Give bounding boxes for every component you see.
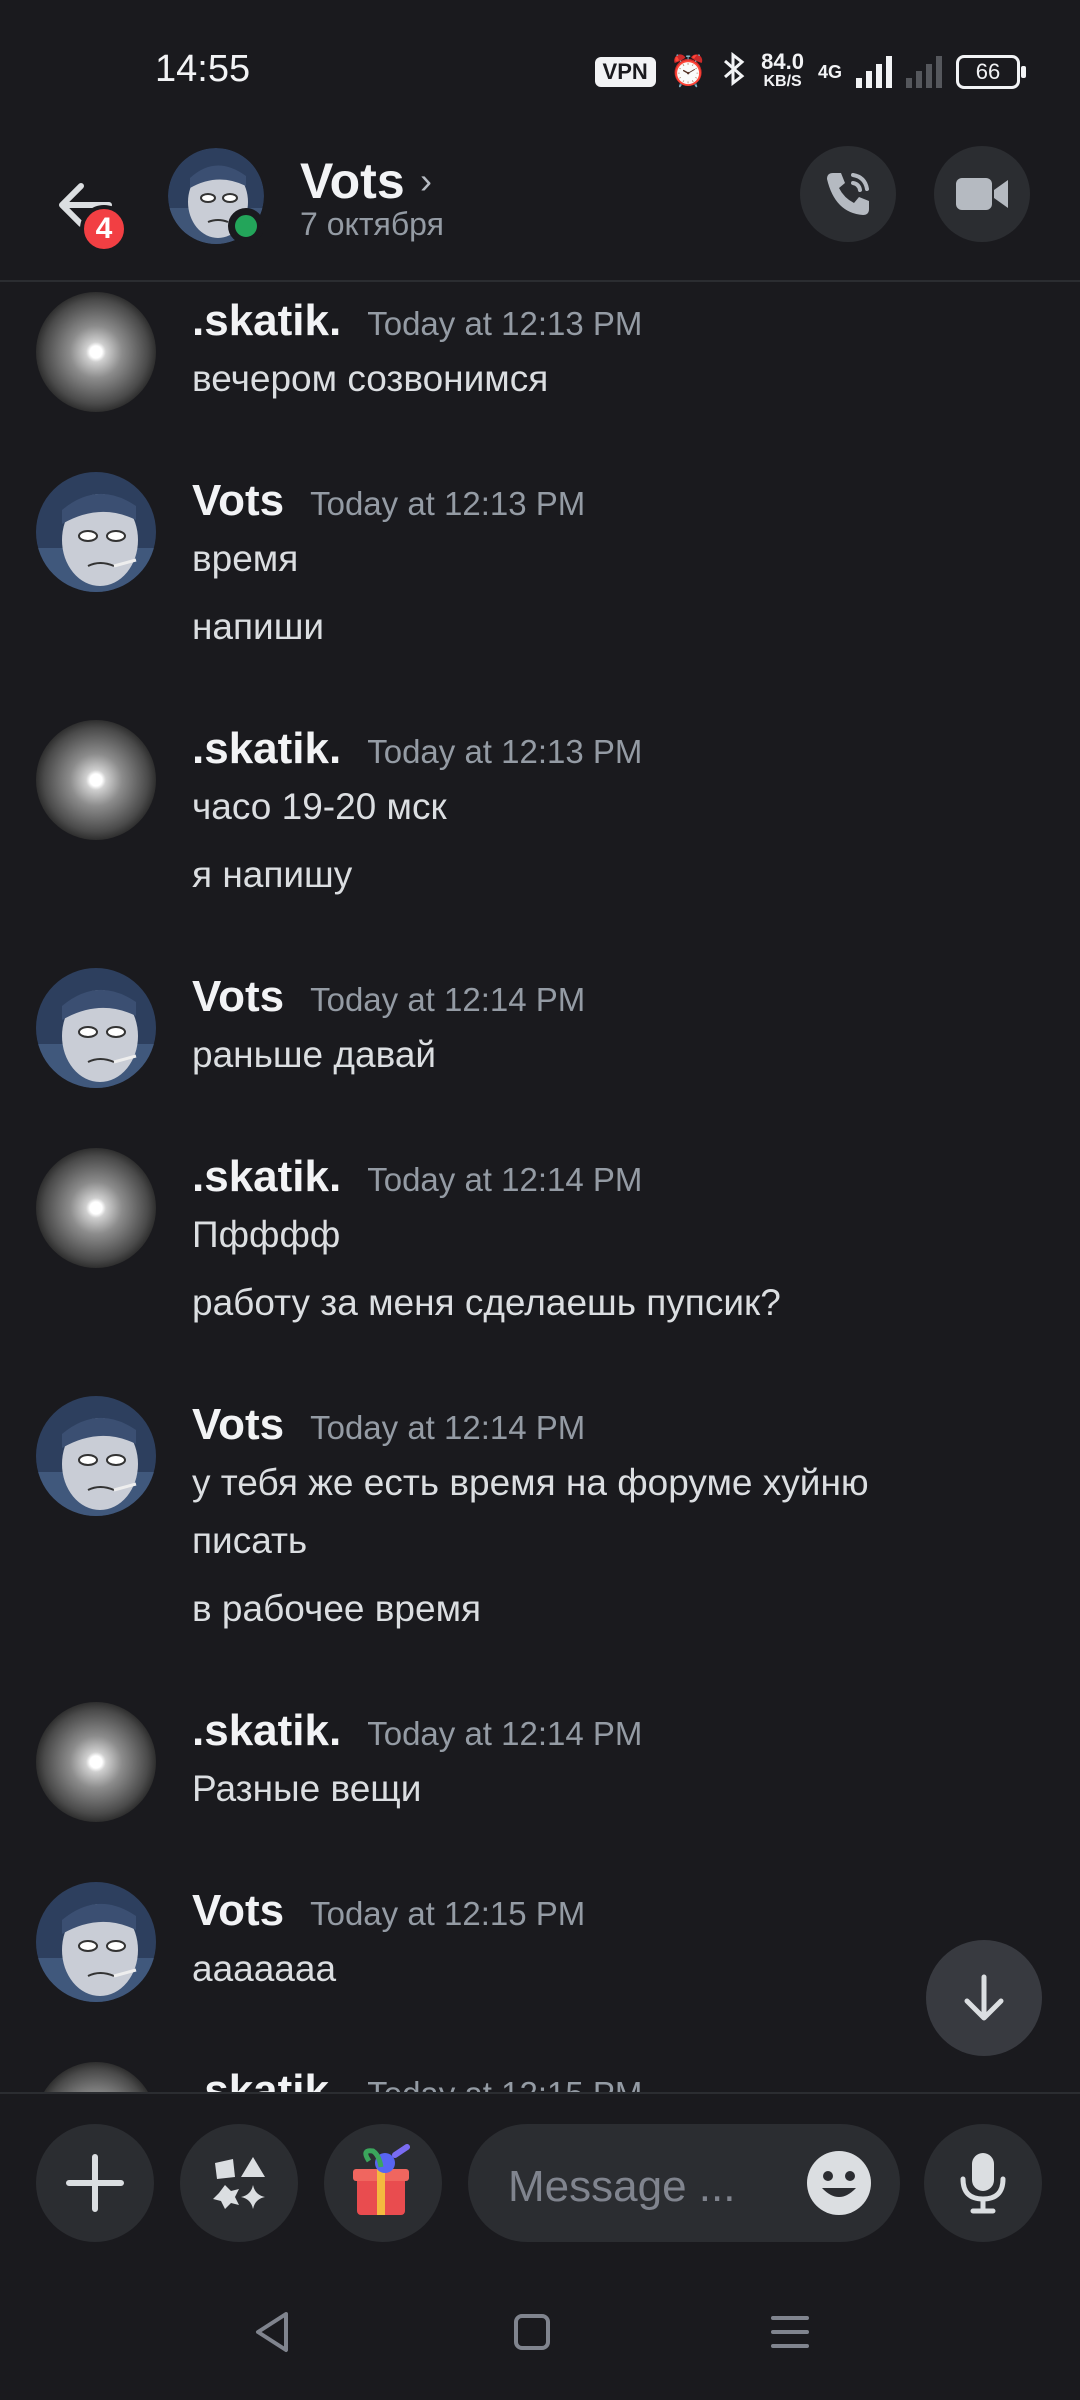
message-author[interactable]: Vots: [192, 1400, 284, 1450]
menu-lines-icon: [771, 2316, 809, 2348]
avatar[interactable]: [36, 1148, 156, 1268]
message-text: ааааааа: [192, 1948, 337, 1989]
voice-call-button[interactable]: [800, 146, 896, 242]
video-camera-icon: [956, 178, 1008, 210]
chevron-right-icon: ›: [420, 160, 432, 201]
message-text: работу за меня сделаешь пупсик?: [192, 1282, 781, 1323]
avatar[interactable]: [36, 1396, 156, 1516]
phone-call-icon: [827, 173, 869, 215]
message-author[interactable]: Vots: [192, 972, 284, 1022]
message-timestamp: Today at 12:13 PM: [310, 485, 586, 522]
avatar[interactable]: [36, 720, 156, 840]
message-header: .skatik. Today at 12:14 PM: [192, 1706, 642, 1756]
message-text: время: [192, 538, 299, 579]
jump-to-bottom-button[interactable]: [926, 1940, 1042, 2056]
online-status-dot: [228, 208, 264, 244]
chat-title[interactable]: Vots: [300, 152, 405, 210]
message-text: я напишу: [192, 854, 353, 895]
message-header: Vots Today at 12:14 PM: [192, 1400, 585, 1450]
message-header: .skatik. Today at 12:13 PM: [192, 724, 642, 774]
square-home-icon: [514, 2314, 550, 2350]
battery-indicator: 66: [956, 55, 1026, 89]
message-header: Vots Today at 12:14 PM: [192, 972, 585, 1022]
bluetooth-icon: [721, 51, 747, 92]
plus-icon: [66, 2154, 124, 2212]
signal-2-icon: [906, 56, 942, 88]
message-author[interactable]: .skatik.: [192, 724, 341, 774]
message-timestamp: Today at 12:13 PM: [367, 305, 643, 342]
system-nav-bar: [0, 2262, 1080, 2400]
message-text: напиши: [192, 606, 325, 647]
microphone-icon: [960, 2153, 1006, 2214]
message-author[interactable]: .skatik.: [192, 1152, 341, 1202]
message-timestamp: Today at 12:13 PM: [367, 733, 643, 770]
message-input[interactable]: Message ...: [468, 2124, 900, 2242]
message-author[interactable]: .skatik.: [192, 1706, 341, 1756]
network-type: 4G: [817, 61, 842, 82]
message-text: Разные вещи: [192, 1768, 422, 1809]
message-list[interactable]: .skatik. Today at 12:13 PM вечером созво…: [0, 282, 1080, 2092]
arrow-down-icon: [964, 1974, 1004, 2021]
status-time: 14:55: [155, 48, 251, 90]
avatar[interactable]: [36, 1702, 156, 1822]
message-header: .skatik. Today at 12:14 PM: [192, 1152, 642, 1202]
network-speed-value: 84.0: [761, 49, 804, 74]
message-text: Пфффф: [192, 1214, 341, 1255]
message-timestamp: Today at 12:14 PM: [310, 1409, 586, 1446]
message-header: .skatik. Today at 12:15 PM: [192, 2066, 642, 2092]
message-timestamp: Today at 12:15 PM: [310, 1895, 586, 1932]
status-icons: VPN ⏰ 84.0 KB/S 4G 66: [594, 49, 1026, 92]
message-timestamp: Today at 12:14 PM: [310, 981, 586, 1018]
message-timestamp: Today at 12:15 PM: [367, 2075, 642, 2092]
message-text: в рабочее время: [192, 1588, 482, 1629]
chat-subtitle: 7 октября: [300, 206, 444, 242]
nav-menu-button[interactable]: [760, 2302, 820, 2362]
message-text: вечером созвонимся: [192, 358, 549, 399]
message-author[interactable]: Vots: [192, 476, 284, 526]
avatar[interactable]: [36, 472, 156, 592]
vpn-indicator: VPN: [594, 57, 656, 87]
add-attachment-button[interactable]: [36, 2124, 154, 2242]
message-header: Vots Today at 12:13 PM: [192, 476, 585, 526]
voice-message-button[interactable]: [924, 2124, 1042, 2242]
message-text: писать: [192, 1520, 308, 1561]
video-call-button[interactable]: [934, 146, 1030, 242]
message-timestamp: Today at 12:14 PM: [367, 1161, 643, 1198]
chat-header: 4 Vots › 7 октября: [0, 140, 1080, 282]
avatar[interactable]: [36, 292, 156, 412]
message-author[interactable]: Vots: [192, 1886, 284, 1936]
message-text: у тебя же есть время на форуме хуйню: [192, 1462, 869, 1503]
message-header: .skatik. Today at 12:13 PM: [192, 296, 642, 346]
triangle-back-icon: [256, 2312, 288, 2352]
gift-button[interactable]: [324, 2124, 442, 2242]
emoji-icon[interactable]: [806, 2150, 872, 2216]
message-author[interactable]: .skatik.: [192, 296, 341, 346]
nav-back-button[interactable]: [242, 2302, 302, 2362]
nav-home-button[interactable]: [502, 2302, 562, 2362]
apps-icon: [213, 2157, 265, 2209]
avatar[interactable]: [36, 2062, 156, 2092]
status-bar: 14:55 VPN ⏰ 84.0 KB/S 4G 66: [0, 0, 1080, 140]
signal-icon: [856, 56, 892, 88]
message-header: Vots Today at 12:15 PM: [192, 1886, 585, 1936]
network-speed: 84.0 KB/S: [761, 49, 804, 92]
message-author[interactable]: .skatik.: [192, 2066, 341, 2092]
unread-badge: 4: [80, 205, 128, 253]
apps-button[interactable]: [180, 2124, 298, 2242]
alarm-icon: ⏰: [669, 55, 708, 88]
network-speed-unit: KB/S: [763, 73, 802, 90]
message-timestamp: Today at 12:14 PM: [367, 1715, 643, 1752]
avatar[interactable]: [36, 1882, 156, 2002]
message-input-placeholder: Message ...: [508, 2162, 736, 2211]
avatar[interactable]: [36, 968, 156, 1088]
message-composer: Message ...: [0, 2092, 1080, 2264]
message-text: часо 19-20 мск: [192, 786, 447, 827]
gift-icon: [353, 2144, 410, 2215]
message-text: раньше давай: [192, 1034, 437, 1075]
